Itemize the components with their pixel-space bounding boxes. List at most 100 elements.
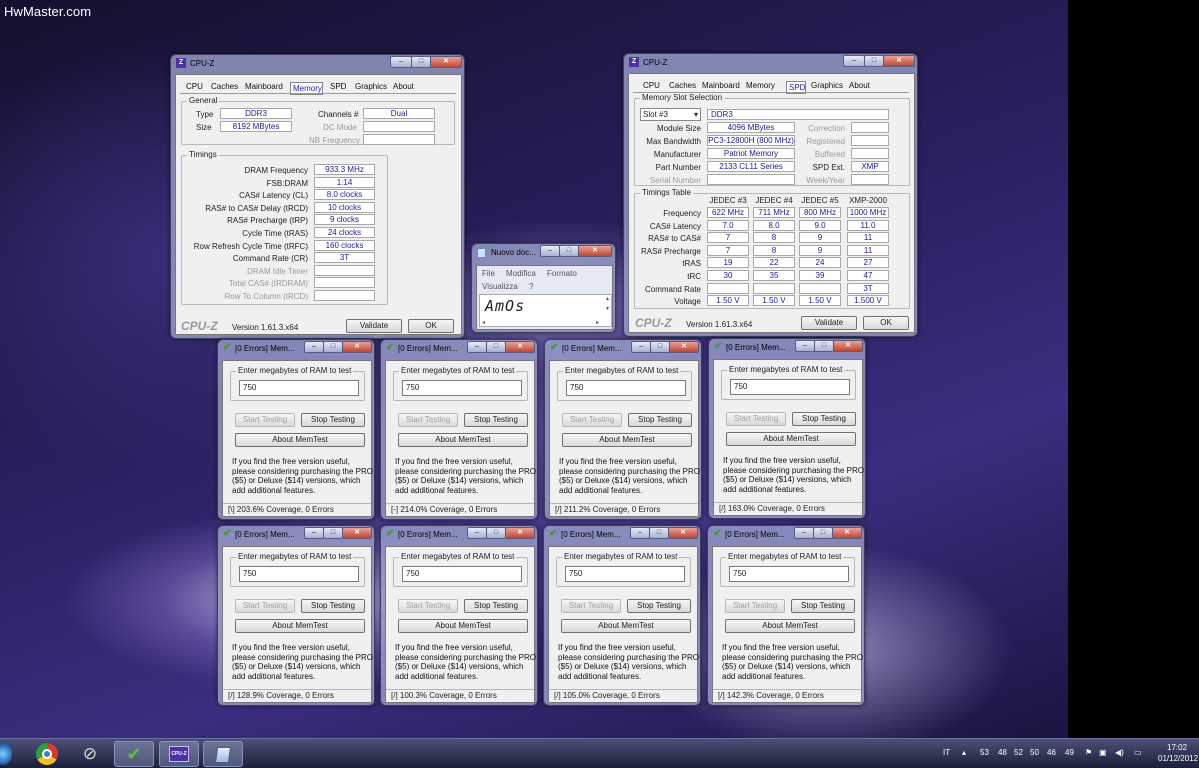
display-icon[interactable]: ▭ [1134,748,1142,757]
menu-help[interactable]: ? [529,282,533,291]
tab-spd[interactable]: SPD [330,82,346,91]
volume-icon[interactable]: ◀) [1115,748,1124,757]
minimize-button[interactable]: – [631,341,651,353]
satellite-icon[interactable]: ⊘ [78,741,102,767]
show-hidden-icons-icon[interactable]: ▴ [962,748,966,757]
ram-megabytes-input[interactable]: 750 [239,566,359,582]
start-testing-button[interactable]: Start Testing [235,599,295,613]
ram-megabytes-input[interactable]: 750 [729,566,849,582]
title-bar[interactable]: Z CPU-Z – □ ✕ [171,55,464,72]
slot-select[interactable]: Slot #3 ▾ [640,108,701,121]
temp-4[interactable]: 50 [1030,748,1039,757]
minimize-button[interactable]: – [390,56,412,68]
title-bar[interactable]: ✔ [0 Errors] Mem... – □ ✕ [381,526,537,543]
tab-about[interactable]: About [393,82,414,91]
title-bar[interactable]: ✔ [0 Errors] Mem... – □ ✕ [381,340,537,357]
title-bar[interactable]: ✔ [0 Errors] Mem... – □ ✕ [218,526,374,543]
ram-megabytes-input[interactable]: 750 [566,380,686,396]
chrome-icon[interactable] [36,743,58,765]
temp-5[interactable]: 46 [1047,748,1056,757]
about-memtest-button[interactable]: About MemTest [235,619,365,633]
stop-testing-button[interactable]: Stop Testing [464,413,528,427]
stop-testing-button[interactable]: Stop Testing [301,413,365,427]
maximize-button[interactable]: □ [649,527,669,539]
tab-graphics[interactable]: Graphics [355,82,387,91]
validate-button[interactable]: Validate [801,316,857,330]
maximize-button[interactable]: □ [650,341,670,353]
ok-button[interactable]: OK [408,319,454,333]
start-button[interactable] [0,743,12,765]
close-button[interactable]: ✕ [832,527,862,539]
text-area[interactable]: AmOs ◂ ▸ ▴ ▾ [479,294,612,327]
memtest-taskbar-button[interactable]: ✔ [114,741,154,767]
start-testing-button[interactable]: Start Testing [235,413,295,427]
minimize-button[interactable]: – [304,527,324,539]
scroll-down-icon[interactable]: ▾ [606,305,609,312]
maximize-button[interactable]: □ [559,245,579,257]
title-bar[interactable]: ✔ [0 Errors] Mem... – □ ✕ [218,340,374,357]
start-testing-button[interactable]: Start Testing [725,599,785,613]
about-memtest-button[interactable]: About MemTest [561,619,691,633]
tab-graphics[interactable]: Graphics [811,81,843,90]
ram-megabytes-input[interactable]: 750 [402,566,522,582]
minimize-button[interactable]: – [630,527,650,539]
start-testing-button[interactable]: Start Testing [398,599,458,613]
scroll-right-icon[interactable]: ▸ [596,319,599,326]
minimize-button[interactable]: – [304,341,324,353]
menu-visualizza[interactable]: Visualizza [482,282,518,291]
about-memtest-button[interactable]: About MemTest [398,619,528,633]
temp-1[interactable]: 53 [980,748,989,757]
tab-cpu[interactable]: CPU [186,82,203,91]
maximize-button[interactable]: □ [323,527,343,539]
minimize-button[interactable]: – [794,527,814,539]
scroll-up-icon[interactable]: ▴ [606,295,609,302]
about-memtest-button[interactable]: About MemTest [726,432,856,446]
title-bar[interactable]: ✔ [0 Errors] Mem... – □ ✕ [708,526,864,543]
stop-testing-button[interactable]: Stop Testing [628,413,692,427]
minimize-button[interactable]: – [467,527,487,539]
close-button[interactable]: ✕ [430,56,462,68]
network-icon[interactable]: ▣ [1099,748,1107,757]
maximize-button[interactable]: □ [323,341,343,353]
stop-testing-button[interactable]: Stop Testing [791,599,855,613]
temp-3[interactable]: 52 [1014,748,1023,757]
close-button[interactable]: ✕ [505,527,535,539]
close-button[interactable]: ✕ [833,340,863,352]
menu-modifica[interactable]: Modifica [506,269,536,278]
ram-megabytes-input[interactable]: 750 [239,380,359,396]
temp-2[interactable]: 48 [998,748,1007,757]
maximize-button[interactable]: □ [411,56,431,68]
minimize-button[interactable]: – [843,55,865,67]
minimize-button[interactable]: – [540,245,560,257]
title-bar[interactable]: Z CPU-Z – □ ✕ [624,54,917,71]
about-memtest-button[interactable]: About MemTest [235,433,365,447]
close-button[interactable]: ✕ [669,341,699,353]
close-button[interactable]: ✕ [342,527,372,539]
tab-mainboard[interactable]: Mainboard [702,81,740,90]
validate-button[interactable]: Validate [346,319,402,333]
cpuz-taskbar-button[interactable]: CPU-Z [159,741,199,767]
start-testing-button[interactable]: Start Testing [398,413,458,427]
tab-cpu[interactable]: CPU [643,81,660,90]
start-testing-button[interactable]: Start Testing [726,412,786,426]
close-button[interactable]: ✕ [505,341,535,353]
notepad-taskbar-button[interactable] [203,741,243,767]
tab-caches[interactable]: Caches [211,82,238,91]
close-button[interactable]: ✕ [578,245,612,257]
about-memtest-button[interactable]: About MemTest [562,433,692,447]
title-bar[interactable]: ✔ [0 Errors] Mem... – □ ✕ [544,526,700,543]
close-button[interactable]: ✕ [883,55,915,67]
ram-megabytes-input[interactable]: 750 [730,379,850,395]
close-button[interactable]: ✕ [342,341,372,353]
title-bar[interactable]: Nuovo doc... – □ ✕ [472,244,615,261]
ok-button[interactable]: OK [863,316,909,330]
minimize-button[interactable]: – [795,340,815,352]
temp-6[interactable]: 49 [1065,748,1074,757]
maximize-button[interactable]: □ [486,341,506,353]
minimize-button[interactable]: – [467,341,487,353]
maximize-button[interactable]: □ [813,527,833,539]
ram-megabytes-input[interactable]: 750 [565,566,685,582]
tab-memory[interactable]: Memory [746,81,775,90]
start-testing-button[interactable]: Start Testing [561,599,621,613]
close-button[interactable]: ✕ [668,527,698,539]
